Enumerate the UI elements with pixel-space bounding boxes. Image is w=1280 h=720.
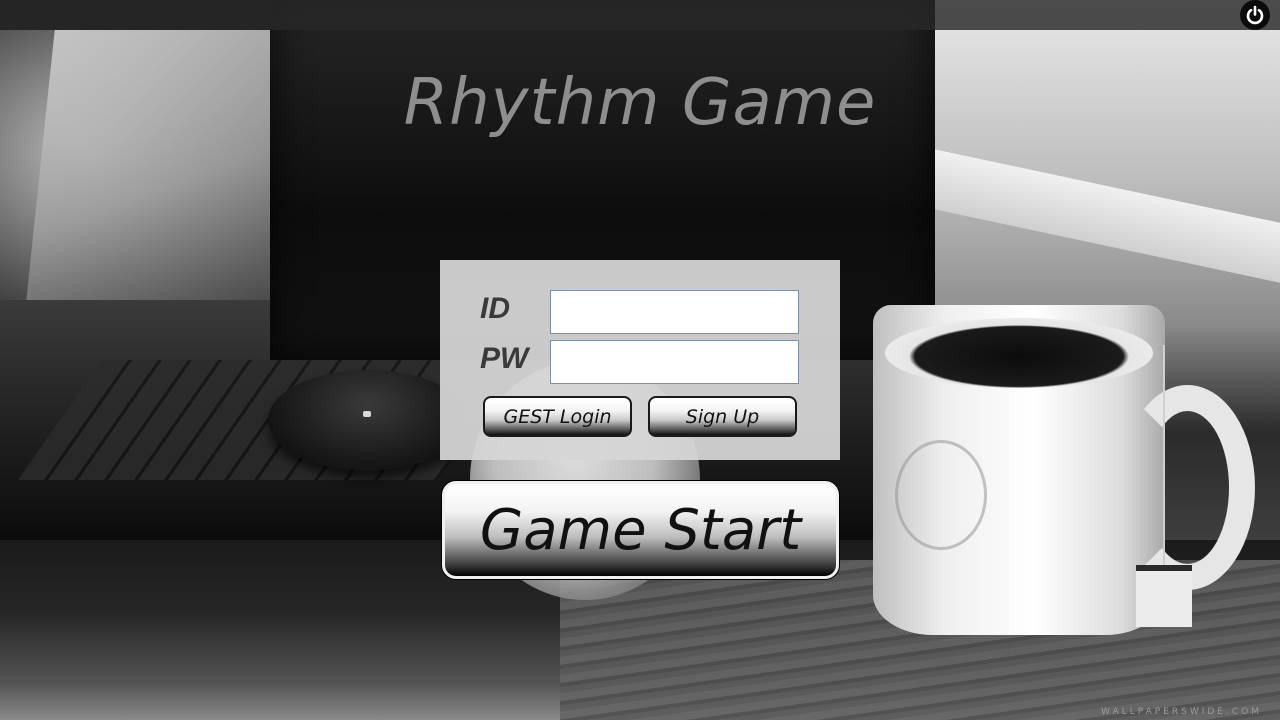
pw-input[interactable]	[550, 340, 799, 384]
game-start-button[interactable]: Game Start	[442, 481, 839, 579]
id-input[interactable]	[550, 290, 799, 334]
id-label: ID	[480, 292, 510, 325]
background-speaker-light	[363, 411, 371, 417]
background-mug-handle	[1120, 385, 1255, 590]
sign-up-button[interactable]: Sign Up	[648, 396, 797, 437]
background-mug-coffee	[885, 318, 1153, 388]
background-speaker	[268, 370, 468, 470]
watermark: WALLPAPERSWIDE.COM	[1101, 707, 1262, 717]
guest-login-button[interactable]: GEST Login	[483, 396, 632, 437]
pw-label: PW	[480, 342, 529, 375]
power-button[interactable]	[1240, 0, 1270, 30]
game-title: Rhythm Game	[403, 66, 877, 140]
login-panel: ID PW GEST Login Sign Up	[440, 260, 840, 460]
background-tea-string	[1163, 345, 1165, 565]
background-tea-tag	[1136, 565, 1192, 627]
background-mug-logo	[895, 440, 987, 550]
top-bar	[0, 0, 1280, 30]
power-icon	[1246, 5, 1264, 25]
